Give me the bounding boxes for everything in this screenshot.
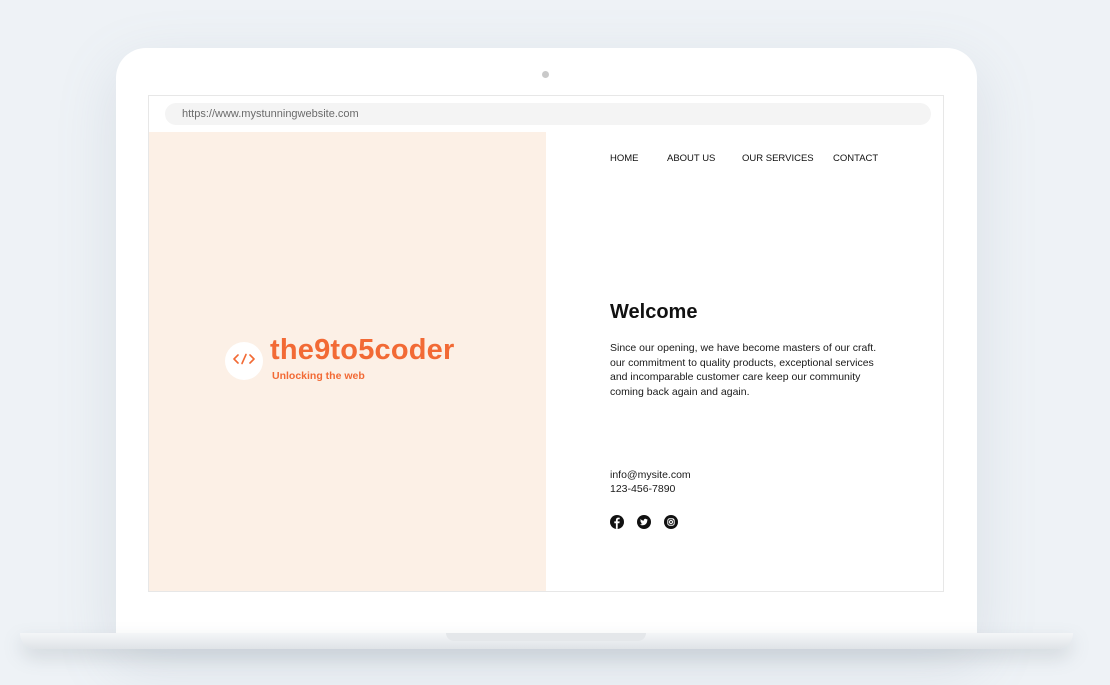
intro-line: Since our opening, we have become master… bbox=[610, 342, 877, 354]
page-title: Welcome bbox=[610, 301, 698, 323]
nav-our-services[interactable]: OUR SERVICES bbox=[742, 153, 814, 164]
browser-window: https://www.mystunningwebsite.com the9to… bbox=[148, 95, 944, 592]
brand-tagline: Unlocking the web bbox=[272, 370, 365, 382]
facebook-icon[interactable] bbox=[610, 515, 624, 529]
nav-about-us[interactable]: ABOUT US bbox=[667, 153, 715, 164]
brand-panel: the9to5coder Unlocking the web bbox=[149, 132, 546, 591]
code-icon bbox=[233, 352, 255, 370]
browser-toolbar: https://www.mystunningwebsite.com bbox=[149, 96, 943, 133]
camera-dot bbox=[542, 71, 549, 78]
nav-home[interactable]: HOME bbox=[610, 153, 639, 164]
brand-name: the9to5coder bbox=[270, 334, 455, 366]
nav-contact[interactable]: CONTACT bbox=[833, 153, 878, 164]
instagram-icon[interactable] bbox=[664, 515, 678, 529]
intro-line: coming back again and again. bbox=[610, 385, 750, 398]
content-panel: HOME ABOUT US OUR SERVICES CONTACT Welco… bbox=[546, 132, 943, 591]
laptop-notch bbox=[446, 633, 646, 641]
twitter-icon[interactable] bbox=[637, 515, 651, 529]
contact-email[interactable]: info@mysite.com bbox=[610, 469, 691, 481]
main-nav: HOME ABOUT US OUR SERVICES CONTACT bbox=[546, 153, 943, 167]
contact-phone[interactable]: 123-456-7890 bbox=[610, 483, 675, 495]
intro-line: our commitment to quality products, exce… bbox=[610, 356, 874, 369]
intro-line: and incomparable customer care keep our … bbox=[610, 371, 861, 383]
intro-paragraph: Since our opening, we have become master… bbox=[610, 341, 900, 399]
logo-badge bbox=[225, 342, 263, 380]
address-bar[interactable]: https://www.mystunningwebsite.com bbox=[165, 103, 931, 125]
